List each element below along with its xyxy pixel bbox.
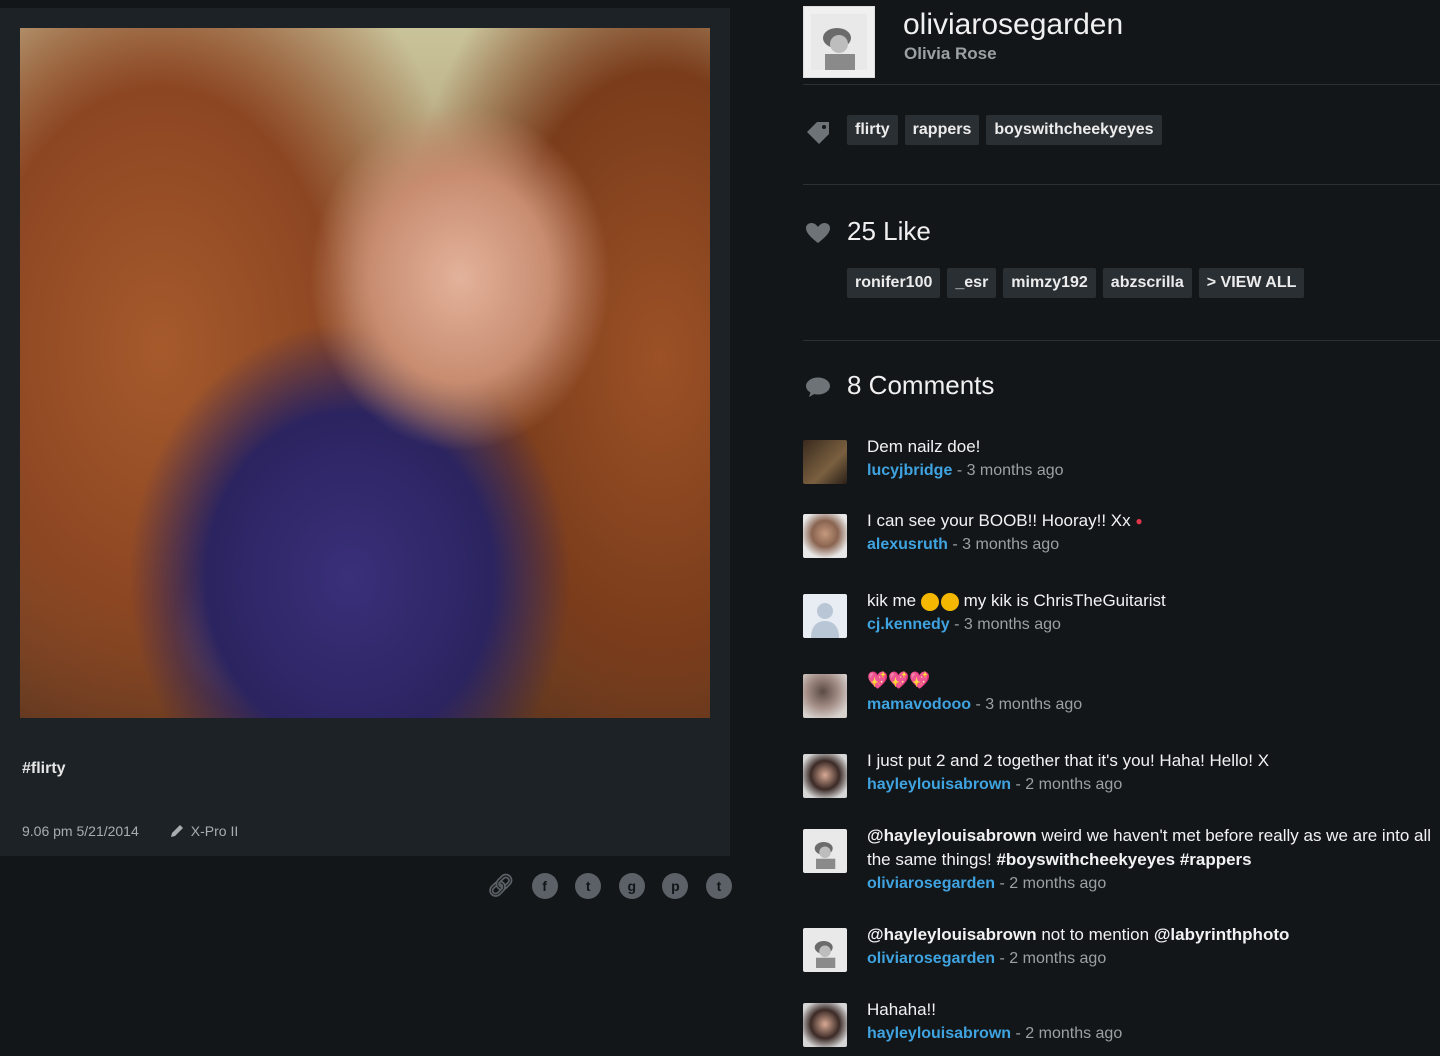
comment-text: not to mention — [1036, 925, 1154, 944]
commenter-avatar[interactable] — [803, 754, 847, 798]
comment-mention[interactable]: @labyrinthphoto — [1154, 925, 1290, 944]
comment-hashtag[interactable]: #rappers — [1180, 850, 1252, 869]
heart-emoji-icon: ● — [1135, 514, 1143, 528]
comment-text: I just put 2 and 2 together that it's yo… — [867, 751, 1270, 770]
comment-username[interactable]: hayleylouisabrown — [867, 1025, 1011, 1042]
tag-list: flirty rappers boyswithcheekyeyes — [847, 115, 1169, 145]
comment-time: - 2 months ago — [999, 875, 1107, 892]
commenter-avatar[interactable] — [803, 440, 847, 484]
post-photo[interactable] — [20, 28, 710, 718]
filter-info: X-Pro II — [169, 823, 238, 839]
post-time: 9.06 pm 5/21/2014 — [22, 823, 139, 839]
emoji-icon — [940, 592, 959, 611]
comment-time: - 2 months ago — [1015, 1025, 1123, 1042]
comment-username[interactable]: mamavodooo — [867, 696, 971, 713]
link-icon[interactable]: 🔗︎ — [487, 873, 515, 899]
tag-chip[interactable]: rappers — [904, 115, 980, 145]
emoji-icon — [920, 592, 939, 611]
comment-username[interactable]: cj.kennedy — [867, 616, 950, 633]
liker-chip[interactable]: mimzy192 — [1003, 268, 1096, 298]
profile-fullname: Olivia Rose — [904, 44, 997, 63]
comment-time: - 3 months ago — [975, 696, 1083, 713]
comment-mention[interactable]: @hayleylouisabrown — [867, 925, 1037, 944]
profile-photo-icon — [814, 941, 836, 968]
comment-text: 💖💖💖 — [867, 671, 931, 690]
tag-chip[interactable]: boyswithcheekyeyes — [986, 115, 1162, 145]
comment-time: - 3 months ago — [956, 462, 1064, 479]
comment-time: - 3 months ago — [952, 536, 1060, 553]
comment-time: - 2 months ago — [1015, 776, 1123, 793]
comment-time: - 2 months ago — [999, 950, 1107, 967]
commenter-avatar[interactable] — [803, 1003, 847, 1047]
pencil-icon — [170, 825, 183, 837]
facebook-icon[interactable]: f — [531, 873, 558, 899]
likes-count: 25 Like — [847, 216, 931, 246]
profile-photo-icon — [814, 842, 836, 869]
default-avatar-icon — [811, 603, 839, 638]
profile-username[interactable]: oliviarosegarden — [903, 8, 1123, 42]
view-all-likes-button[interactable]: > VIEW ALL — [1198, 268, 1305, 298]
comment-text: kik me — [867, 591, 917, 610]
commenter-avatar[interactable] — [803, 928, 847, 972]
tag-icon — [805, 120, 831, 151]
filter-name: X-Pro II — [190, 823, 239, 839]
comment-text: I can see your BOOB!! Hooray!! Xx — [867, 511, 1131, 530]
commenter-avatar[interactable] — [803, 514, 847, 558]
comment-username[interactable]: oliviarosegarden — [867, 875, 995, 892]
comments-count: 8 Comments — [847, 370, 995, 400]
divider — [803, 184, 1440, 185]
pinterest-icon[interactable]: p — [662, 873, 689, 899]
comment-time: - 3 months ago — [954, 616, 1061, 633]
tumblr-icon[interactable]: t — [705, 873, 732, 899]
divider — [803, 84, 1440, 85]
heart-icon — [805, 222, 831, 249]
comment-username[interactable]: alexusruth — [867, 536, 948, 553]
comment-icon — [805, 376, 831, 403]
photo-card: #flirty 9.06 pm 5/21/2014 X-Pro II — [0, 8, 730, 856]
comment-hashtag[interactable]: #boyswithcheekyeyes — [996, 850, 1175, 869]
liker-chip[interactable]: _esr — [947, 268, 997, 298]
profile-photo-icon — [811, 14, 867, 70]
liker-chip[interactable]: abzscrilla — [1102, 268, 1192, 298]
comment-text: Hahaha!! — [867, 1000, 936, 1019]
divider — [803, 340, 1440, 341]
commenter-avatar[interactable] — [803, 829, 847, 873]
comment-text-continued: my kik is ChrisTheGuitarist — [963, 591, 1166, 610]
avatar[interactable] — [803, 6, 875, 78]
share-bar: 🔗︎ f t g p t — [487, 873, 750, 899]
comment-text: Dem nailz doe! — [867, 437, 981, 456]
comment-mention[interactable]: @hayleylouisabrown — [867, 826, 1037, 845]
comment-username[interactable]: oliviarosegarden — [867, 950, 995, 967]
tag-chip[interactable]: flirty — [847, 115, 898, 145]
comment-username[interactable]: hayleylouisabrown — [867, 776, 1011, 793]
commenter-avatar[interactable] — [803, 674, 847, 718]
liker-chip[interactable]: ronifer100 — [847, 268, 941, 298]
post-caption[interactable]: #flirty — [22, 760, 66, 778]
twitter-icon[interactable]: t — [575, 873, 602, 899]
post-meta: 9.06 pm 5/21/2014 X-Pro II — [22, 823, 238, 839]
comment-username[interactable]: lucyjbridge — [867, 462, 952, 479]
googleplus-icon[interactable]: g — [618, 873, 645, 899]
commenter-avatar[interactable] — [803, 594, 847, 638]
liker-list: ronifer100 _esr mimzy192 abzscrilla > VIEW A… — [847, 268, 1311, 298]
